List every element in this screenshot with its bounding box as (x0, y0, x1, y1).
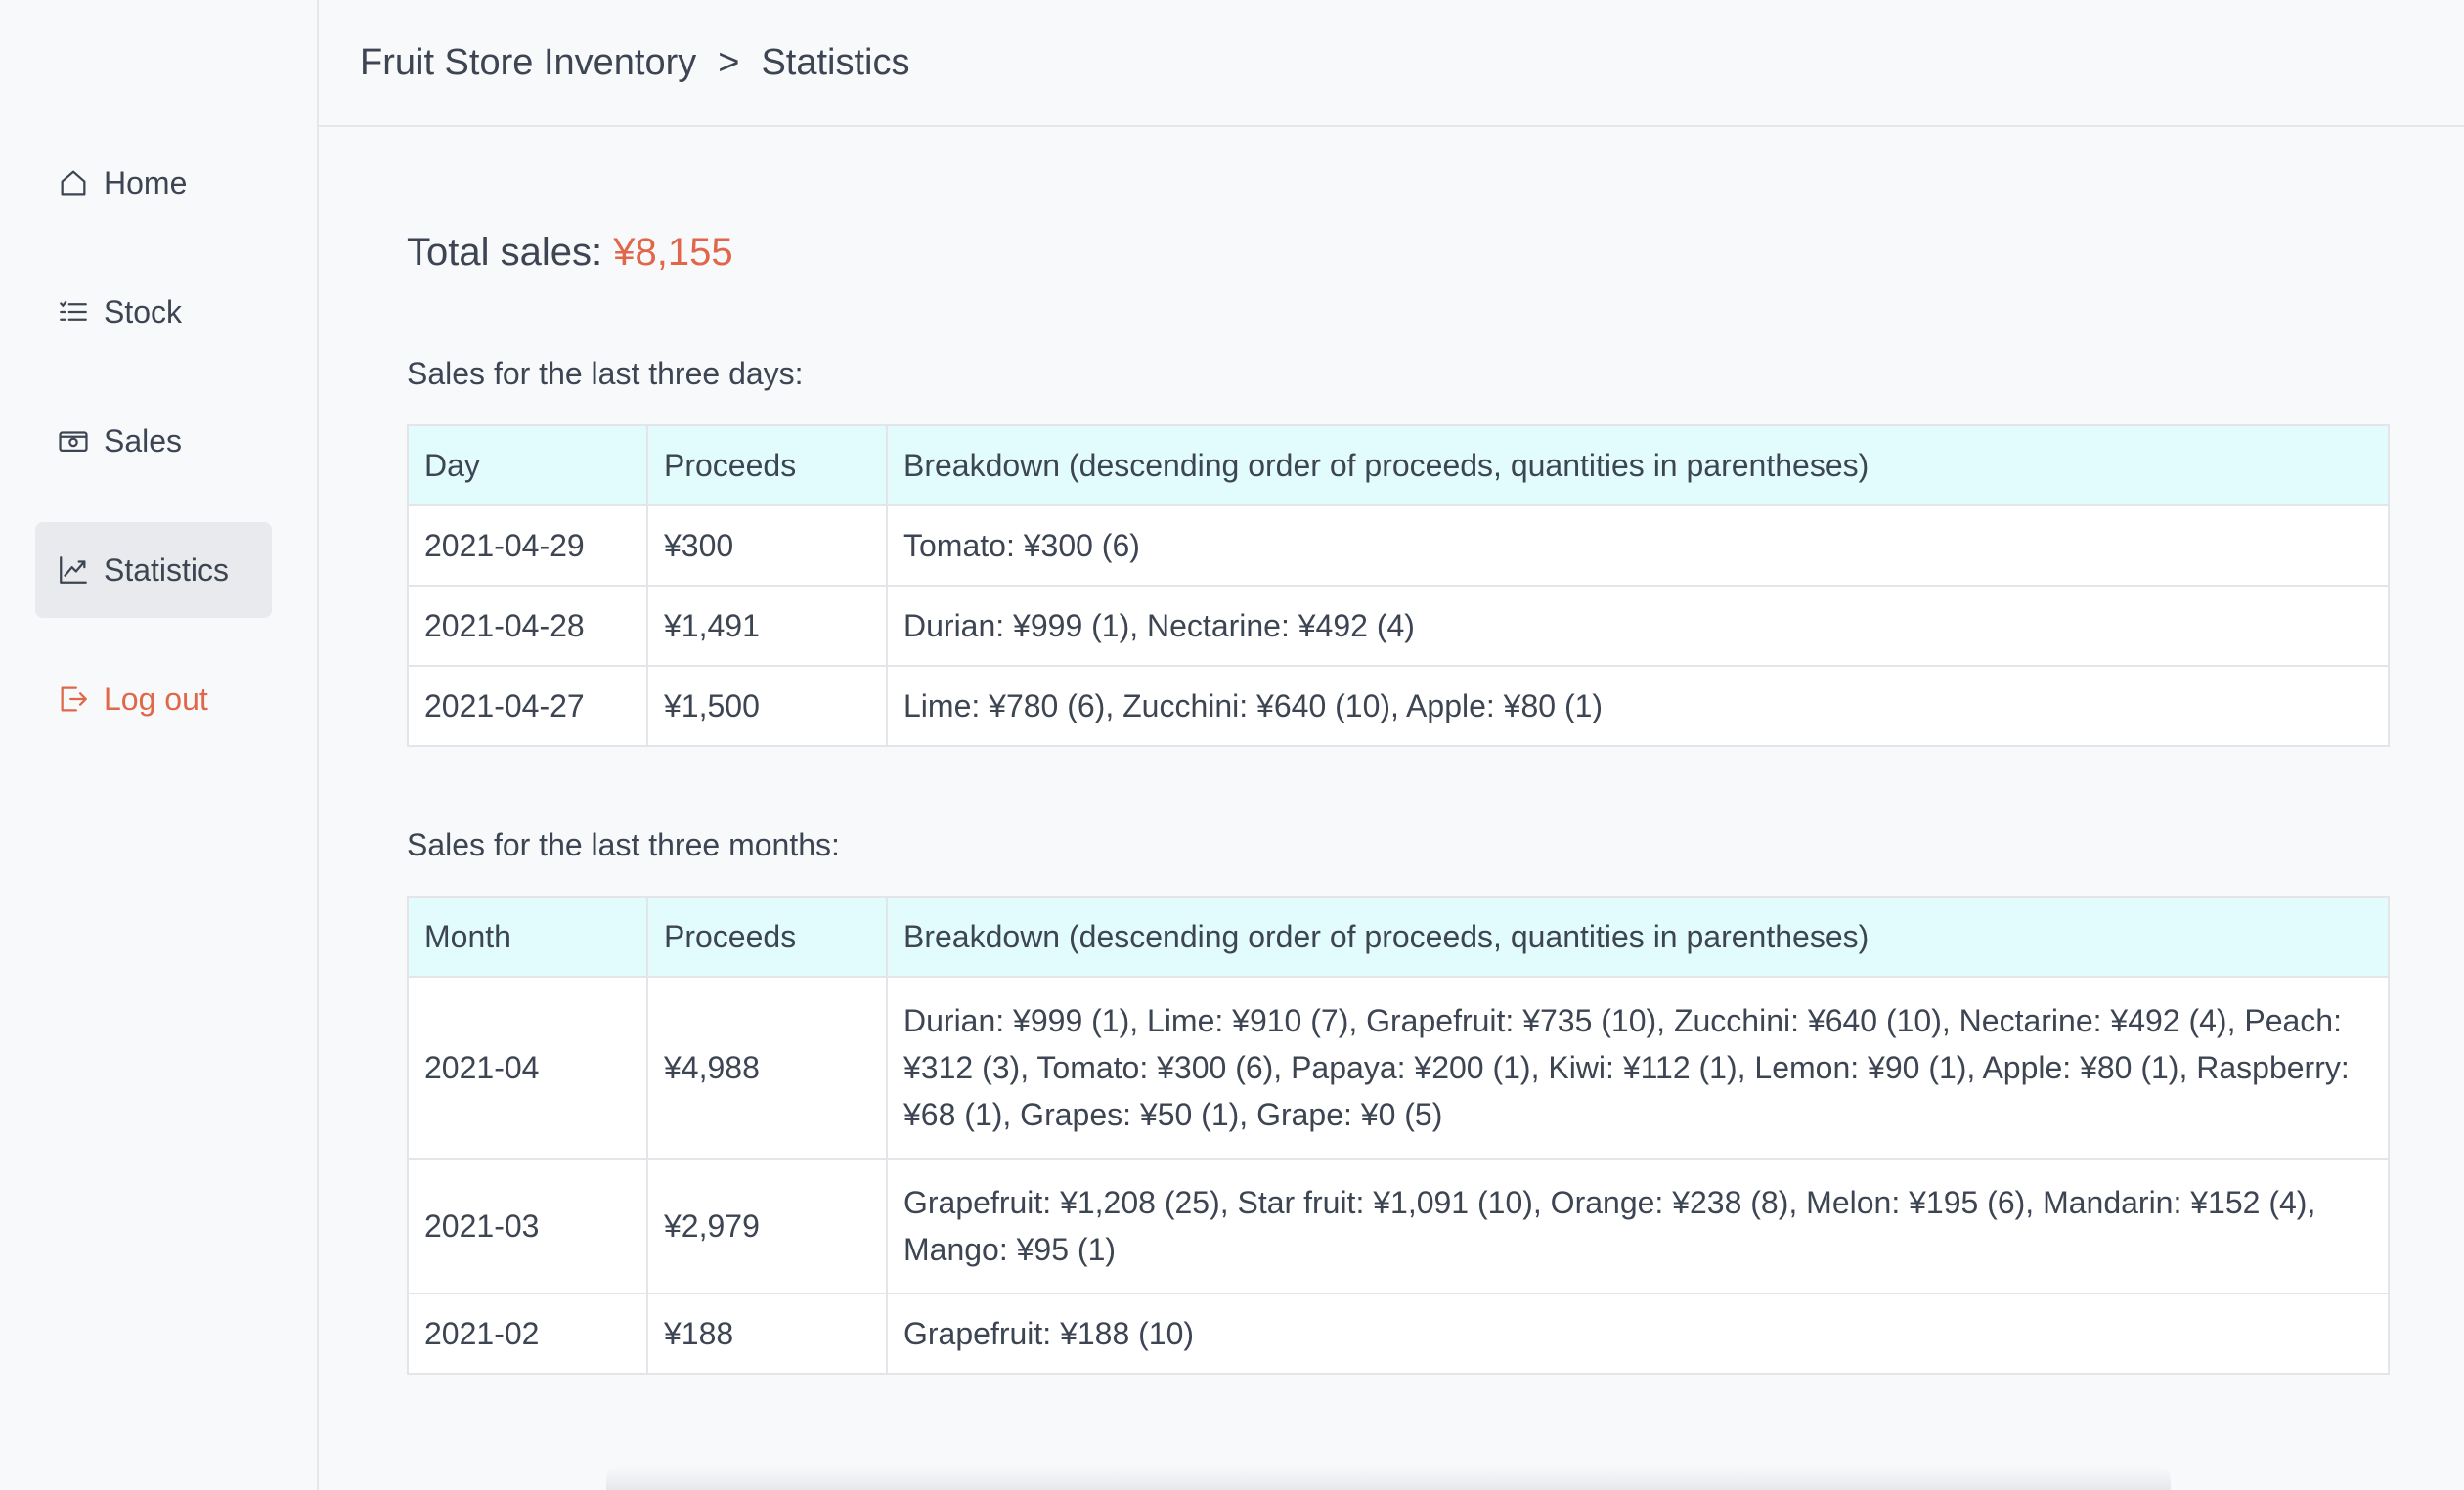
home-icon (57, 166, 90, 199)
breakdown-cell: Lime: ¥780 (6), Zucchini: ¥640 (10), App… (886, 665, 2390, 747)
sidebar-item-label: Stock (104, 293, 183, 329)
proceeds-cell: ¥188 (646, 1293, 888, 1375)
breakdown-cell: Durian: ¥999 (1), Lime: ¥910 (7), Grapef… (886, 976, 2390, 1160)
months-section-label: Sales for the last three months: (407, 827, 840, 862)
day-cell: 2021-04-28 (407, 585, 648, 667)
column-header: Proceeds (646, 896, 888, 978)
table-row: 2021-04-28 ¥1,491 Durian: ¥999 (1), Nect… (407, 585, 2390, 667)
column-header: Day (407, 424, 648, 506)
app-window: Home Stock Sales Statistics Log out Frui… (0, 0, 2464, 1490)
breakdown-cell: Grapefruit: ¥1,208 (25), Star fruit: ¥1,… (886, 1158, 2390, 1294)
table-row: 2021-04-29 ¥300 Tomato: ¥300 (6) (407, 504, 2390, 587)
main-content: Total sales: ¥8,155 Sales for the last t… (407, 127, 2390, 1375)
proceeds-cell: ¥300 (646, 504, 888, 587)
table-row: 2021-02 ¥188 Grapefruit: ¥188 (10) (407, 1293, 2390, 1375)
logout-icon (57, 682, 90, 716)
month-cell: 2021-03 (407, 1158, 648, 1294)
table-row: 2021-04-27 ¥1,500 Lime: ¥780 (6), Zucchi… (407, 665, 2390, 747)
sidebar-item-label: Home (104, 164, 188, 200)
sidebar-item-stock[interactable]: Stock (35, 264, 272, 360)
total-sales-label: Total sales: (407, 231, 603, 274)
sidebar-item-statistics[interactable]: Statistics (35, 522, 272, 618)
sidebar-item-sales[interactable]: Sales (35, 393, 272, 489)
breadcrumb-current: Statistics (761, 41, 910, 83)
months-sales-table: Month Proceeds Breakdown (descending ord… (407, 896, 2390, 1375)
table-row: 2021-03 ¥2,979 Grapefruit: ¥1,208 (25), … (407, 1158, 2390, 1294)
month-cell: 2021-02 (407, 1293, 648, 1375)
breadcrumb-separator: > (718, 41, 740, 83)
chart-icon (57, 553, 90, 587)
sidebar-item-logout[interactable]: Log out (35, 651, 272, 747)
breakdown-cell: Tomato: ¥300 (6) (886, 504, 2390, 587)
proceeds-cell: ¥4,988 (646, 976, 888, 1160)
sidebar-item-label: Sales (104, 422, 183, 459)
month-cell: 2021-04 (407, 976, 648, 1160)
proceeds-cell: ¥1,500 (646, 665, 888, 747)
day-cell: 2021-04-27 (407, 665, 648, 747)
breakdown-cell: Grapefruit: ¥188 (10) (886, 1293, 2390, 1375)
sidebar-nav: Home Stock Sales Statistics Log out (35, 135, 272, 780)
days-sales-table: Day Proceeds Breakdown (descending order… (407, 424, 2390, 747)
breadcrumb: Fruit Store Inventory > Statistics (319, 0, 2464, 127)
sidebar-item-label: Log out (104, 680, 208, 717)
list-icon (57, 295, 90, 329)
breakdown-cell: Durian: ¥999 (1), Nectarine: ¥492 (4) (886, 585, 2390, 667)
proceeds-cell: ¥2,979 (646, 1158, 888, 1294)
column-header: Month (407, 896, 648, 978)
table-header-row: Month Proceeds Breakdown (descending ord… (407, 896, 2390, 978)
sidebar: Home Stock Sales Statistics Log out (0, 0, 319, 1490)
column-header: Proceeds (646, 424, 888, 506)
sidebar-item-label: Statistics (104, 551, 230, 588)
column-header: Breakdown (descending order of proceeds,… (886, 424, 2390, 506)
table-header-row: Day Proceeds Breakdown (descending order… (407, 424, 2390, 506)
column-header: Breakdown (descending order of proceeds,… (886, 896, 2390, 978)
bottom-shadow-divider (606, 1467, 2171, 1490)
sidebar-item-home[interactable]: Home (35, 135, 272, 231)
breadcrumb-root[interactable]: Fruit Store Inventory (360, 42, 696, 84)
proceeds-cell: ¥1,491 (646, 585, 888, 667)
cash-icon (57, 424, 90, 458)
total-sales-value: ¥8,155 (613, 231, 733, 274)
days-section-label: Sales for the last three days: (407, 356, 804, 391)
total-sales: Total sales: ¥8,155 (407, 223, 2390, 282)
day-cell: 2021-04-29 (407, 504, 648, 587)
table-row: 2021-04 ¥4,988 Durian: ¥999 (1), Lime: ¥… (407, 976, 2390, 1160)
